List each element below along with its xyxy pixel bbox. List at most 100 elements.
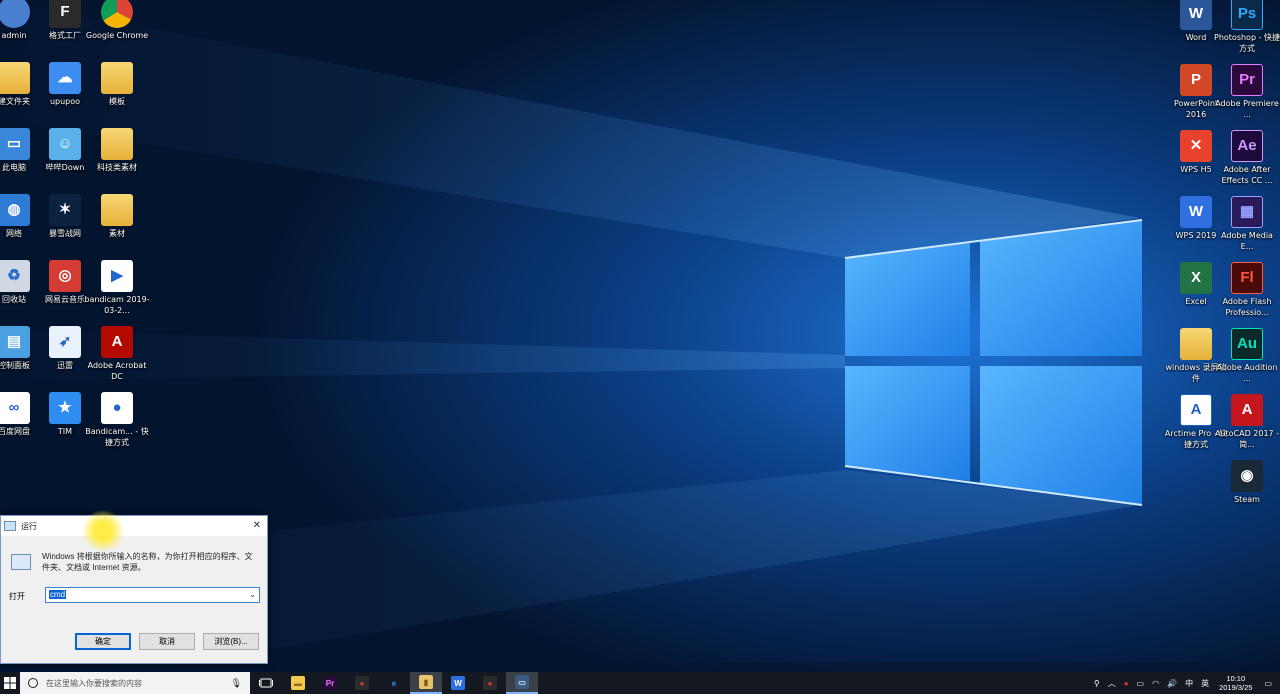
ime-mode[interactable]: 英: [1201, 678, 1209, 689]
powerpoint-icon: P: [1180, 64, 1212, 96]
open-input[interactable]: cmd ⌄: [45, 587, 260, 603]
file-icon: ▶: [101, 260, 133, 292]
bin-icon: ♻: [0, 260, 30, 292]
wps-icon: W: [1180, 196, 1212, 228]
input-method[interactable]: 中: [1185, 678, 1193, 689]
premiere-icon: Pr: [323, 676, 337, 690]
windows-icon: [1180, 328, 1212, 360]
app-icon: ✶: [49, 194, 81, 226]
desktop-icon-adobe-premiere[interactable]: Pr Adobe Premiere ...: [1214, 64, 1280, 120]
desktop-icon-label: 科技类素材: [97, 163, 137, 172]
desktop-icon-label: Adobe After Effects CC ...: [1221, 165, 1273, 185]
autocad-icon: A: [1231, 394, 1263, 426]
app-icon: ☁: [49, 62, 81, 94]
desktop-icon-label: Adobe Audition ...: [1216, 363, 1278, 383]
ok-button[interactable]: 确定: [75, 633, 131, 650]
chevron-down-icon[interactable]: ⌄: [249, 590, 256, 599]
desktop-icon-autocad-2017-简[interactable]: A AutoCAD 2017 - 简...: [1214, 394, 1280, 450]
desktop-icon-label: Adobe Premiere ...: [1215, 99, 1279, 119]
taskbar-search-box[interactable]: 在这里输入你要搜索的内容 🎙: [20, 672, 250, 694]
taskbar-apps: ▬ Pr ● e ▮ W ● ▭: [282, 672, 538, 694]
desktop-icon-adobe-audition[interactable]: Au Adobe Audition ...: [1214, 328, 1280, 384]
desktop-icon-google-chrome[interactable]: Google Chrome: [84, 0, 150, 42]
cortana-icon: [28, 678, 38, 688]
desktop-icon-adobe-acrobat-dc[interactable]: A Adobe Acrobat DC: [84, 326, 150, 382]
system-tray: ⚲ ︿ ● ▭ ◠ 🔊 中 英 10:10 2019/3/25 ▭: [1090, 672, 1280, 694]
record-icon[interactable]: ●: [1124, 679, 1129, 688]
run-icon: [4, 521, 16, 531]
run-dialog-titlebar[interactable]: 运行 ✕: [1, 516, 267, 536]
wps-icon: W: [451, 676, 465, 690]
app-icon: ★: [49, 392, 81, 424]
word-icon: W: [1180, 0, 1212, 30]
app-icon: F: [49, 0, 81, 28]
photoshop-icon: Ps: [1231, 0, 1263, 30]
folder-app-icon: ▮: [419, 675, 433, 689]
chrome-icon: [101, 0, 133, 28]
desktop-icon-bandicam-快捷方式[interactable]: ● Bandicam... - 快捷方式: [84, 392, 150, 448]
excel-icon: X: [1180, 262, 1212, 294]
microphone-icon[interactable]: 🎙: [231, 678, 242, 689]
volume-icon[interactable]: 🔊: [1167, 679, 1177, 688]
notification-icon[interactable]: ▭: [1264, 679, 1272, 688]
task-view-button[interactable]: [250, 672, 282, 694]
desktop-icon-label: 模板: [109, 97, 125, 106]
open-label: 打开: [9, 592, 25, 601]
taskbar-app-folder-app[interactable]: ▮: [410, 672, 442, 694]
desktop-icon-bandicam-2019-03-2[interactable]: ▶ bandicam 2019-03-2...: [84, 260, 150, 316]
desktop-icon-adobe-after-effects-cc[interactable]: Ae Adobe After Effects CC ...: [1214, 130, 1280, 186]
taskbar-app-edge[interactable]: e: [378, 672, 410, 694]
desktop-icon-adobe-flash-professio[interactable]: Fl Adobe Flash Professio...: [1214, 262, 1280, 318]
app-icon: ▤: [0, 326, 30, 358]
app-icon: ☺: [49, 128, 81, 160]
edge-icon: e: [387, 676, 401, 690]
desktop-icon-科技类素材[interactable]: 科技类素材: [84, 128, 150, 174]
app-icon: ◎: [49, 260, 81, 292]
clock[interactable]: 10:10 2019/3/25: [1219, 674, 1252, 692]
display-icon[interactable]: ▭: [1137, 679, 1145, 688]
person-icon[interactable]: ⚲: [1094, 679, 1100, 688]
adobe-icon: Fl: [1231, 262, 1263, 294]
file-explorer-icon: ▬: [291, 676, 305, 690]
desktop-icon-label: AutoCAD 2017 - 简...: [1214, 429, 1280, 449]
chevron-up-icon[interactable]: ︿: [1108, 678, 1116, 689]
desktop-icon-steam[interactable]: ◉ Steam: [1214, 460, 1280, 506]
bandicam-icon: ●: [483, 676, 497, 690]
taskbar-app-record[interactable]: ●: [346, 672, 378, 694]
pc-icon: ▭: [0, 128, 30, 160]
taskbar-app-file-explorer[interactable]: ▬: [282, 672, 314, 694]
desktop-icon-label: Google Chrome: [85, 31, 149, 40]
folder-icon: [101, 62, 133, 94]
desktop-icon-label: Photoshop - 快捷方式: [1214, 33, 1280, 53]
globe-icon: ◍: [0, 194, 30, 226]
taskbar-app-bandicam[interactable]: ●: [474, 672, 506, 694]
start-button[interactable]: [0, 672, 20, 694]
user-icon: [0, 0, 30, 28]
desktop-icon-adobe-media-e[interactable]: ▦ Adobe Media E...: [1214, 196, 1280, 252]
task-view-icon: [259, 678, 273, 688]
desktop-icon-素材[interactable]: 素材: [84, 194, 150, 240]
desktop-icon-label: Adobe Flash Professio...: [1222, 297, 1272, 317]
app-icon: ●: [101, 392, 133, 424]
wifi-icon[interactable]: ◠: [1152, 679, 1159, 688]
taskbar-app-premiere[interactable]: Pr: [314, 672, 346, 694]
clock-time: 10:10: [1226, 674, 1246, 683]
taskbar-app-run-window[interactable]: ▭: [506, 672, 538, 694]
app-icon: A: [101, 326, 133, 358]
cancel-button[interactable]: 取消: [139, 633, 195, 650]
taskbar-app-wps[interactable]: W: [442, 672, 474, 694]
browse-button[interactable]: 浏览(B)...: [203, 633, 259, 650]
desktop-icon-模板[interactable]: 模板: [84, 62, 150, 108]
taskbar: 在这里输入你要搜索的内容 🎙 ▬ Pr ● e ▮ W ● ▭ ⚲ ︿ ● ▭ ◠ 🔊 中 英…: [0, 672, 1280, 694]
desktop-icon-photoshop-快捷方式[interactable]: Ps Photoshop - 快捷方式: [1214, 0, 1280, 54]
run-window-icon: ▭: [515, 675, 529, 689]
app-icon: ➶: [49, 326, 81, 358]
desktop-icon-label: Adobe Media E...: [1221, 231, 1273, 251]
open-input-value: cmd: [49, 590, 67, 599]
adobe-icon: Ae: [1231, 130, 1263, 162]
clock-date: 2019/3/25: [1219, 683, 1253, 692]
close-icon[interactable]: ✕: [253, 520, 261, 531]
adobe-icon: Pr: [1231, 64, 1263, 96]
folder-icon: [101, 128, 133, 160]
record-icon: ●: [355, 676, 369, 690]
